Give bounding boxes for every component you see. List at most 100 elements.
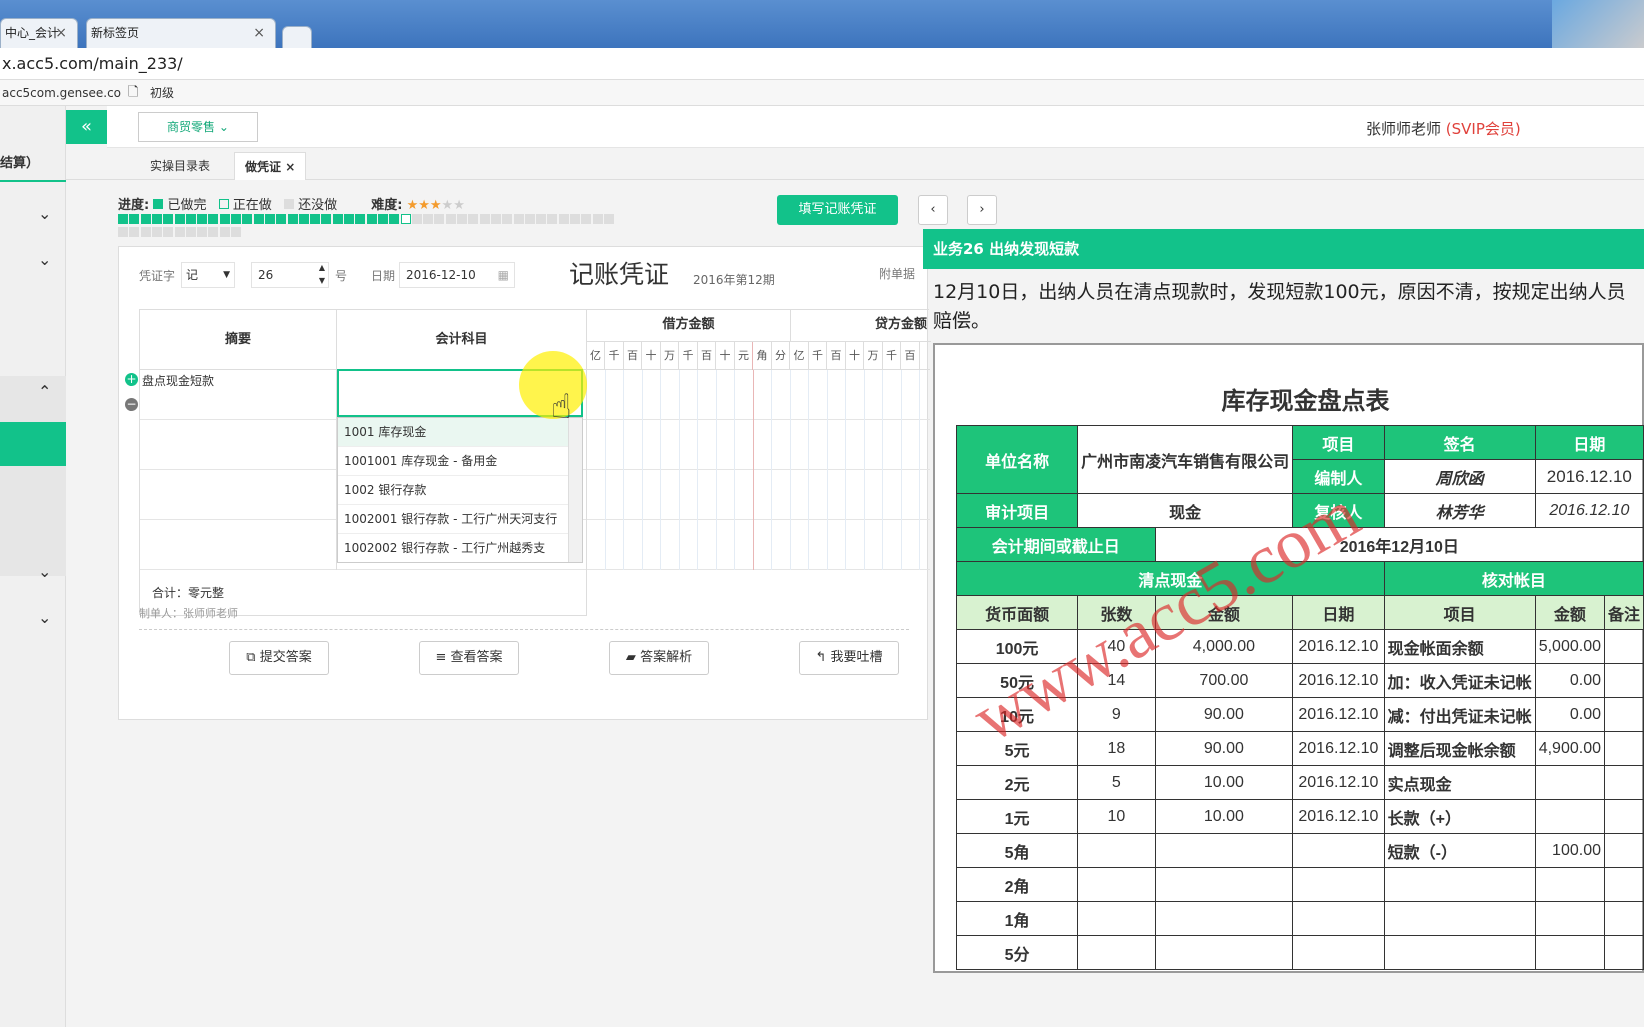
bookmark-item[interactable]: 初级 bbox=[150, 80, 174, 106]
amount-digit-cell[interactable] bbox=[661, 420, 680, 470]
progress-cell[interactable] bbox=[231, 214, 241, 224]
progress-cell[interactable] bbox=[490, 214, 501, 224]
progress-cell[interactable] bbox=[298, 214, 309, 224]
amount-digit-cell[interactable] bbox=[791, 470, 809, 520]
amount-digit-cell[interactable] bbox=[772, 520, 791, 570]
progress-cell[interactable] bbox=[185, 214, 196, 224]
amount-digit-cell[interactable] bbox=[865, 420, 883, 470]
amount-digit-cell[interactable] bbox=[754, 520, 772, 570]
amount-digit-cell[interactable] bbox=[587, 470, 606, 520]
industry-select[interactable]: 商贸零售 ⌄ bbox=[138, 112, 258, 142]
amount-digit-cell[interactable] bbox=[846, 470, 865, 520]
progress-cell[interactable] bbox=[174, 214, 185, 224]
remove-row-icon[interactable]: − bbox=[125, 398, 138, 411]
progress-cell[interactable] bbox=[129, 227, 140, 237]
progress-cell[interactable] bbox=[558, 214, 569, 224]
amount-digit-cell[interactable] bbox=[698, 470, 717, 520]
progress-cell[interactable] bbox=[140, 227, 151, 237]
amount-digit-cell[interactable] bbox=[624, 420, 643, 470]
progress-cell[interactable] bbox=[242, 214, 253, 224]
progress-cell[interactable] bbox=[366, 214, 377, 224]
amount-digit-cell[interactable] bbox=[643, 470, 661, 520]
voucher-type-select[interactable]: 记 ▼ bbox=[181, 262, 235, 288]
prev-button[interactable]: ‹ bbox=[918, 195, 948, 225]
amount-digit-cell[interactable] bbox=[661, 470, 680, 520]
sidebar-item-label[interactable]: 结算） bbox=[0, 152, 39, 171]
amount-digit-cell[interactable] bbox=[698, 370, 717, 420]
amount-digit-cell[interactable] bbox=[846, 520, 865, 570]
next-button[interactable]: › bbox=[967, 195, 997, 225]
browser-tab[interactable]: 中心_会计 × bbox=[0, 18, 78, 48]
progress-cell[interactable] bbox=[332, 214, 343, 224]
progress-cell[interactable] bbox=[389, 214, 400, 224]
progress-cell[interactable] bbox=[151, 227, 162, 237]
browser-tab[interactable]: 新标签页 × bbox=[86, 18, 276, 48]
progress-cell[interactable] bbox=[118, 227, 128, 237]
summary-cell[interactable] bbox=[140, 520, 337, 570]
amount-digit-cell[interactable] bbox=[846, 420, 865, 470]
progress-cell[interactable] bbox=[468, 214, 479, 224]
progress-cell[interactable] bbox=[208, 227, 219, 237]
new-tab-button[interactable] bbox=[282, 26, 312, 48]
amount-digit-cell[interactable] bbox=[828, 520, 846, 570]
progress-cell[interactable] bbox=[355, 214, 366, 224]
amount-digit-cell[interactable] bbox=[698, 420, 717, 470]
progress-cell[interactable] bbox=[197, 227, 208, 237]
user-info[interactable]: 张师师老师 (SVIP会员) bbox=[1366, 118, 1521, 139]
amount-digit-cell[interactable] bbox=[809, 470, 828, 520]
progress-cell[interactable] bbox=[140, 214, 151, 224]
progress-cell[interactable] bbox=[592, 214, 603, 224]
amount-digit-cell[interactable] bbox=[680, 470, 698, 520]
amount-digit-cell[interactable] bbox=[606, 370, 624, 420]
progress-cell[interactable] bbox=[377, 214, 388, 224]
amount-digit-cell[interactable] bbox=[680, 370, 698, 420]
progress-cell[interactable] bbox=[536, 214, 547, 224]
chevron-down-icon[interactable]: ⌄ bbox=[38, 250, 51, 269]
progress-cell[interactable] bbox=[129, 214, 140, 224]
fill-voucher-button[interactable]: 填写记账凭证 bbox=[777, 195, 898, 225]
amount-digit-cell[interactable] bbox=[791, 370, 809, 420]
amount-digit-cell[interactable] bbox=[791, 520, 809, 570]
progress-cell[interactable] bbox=[287, 214, 298, 224]
progress-cell[interactable] bbox=[434, 214, 445, 224]
progress-cell[interactable] bbox=[118, 214, 128, 224]
amount-digit-cell[interactable] bbox=[661, 520, 680, 570]
amount-digit-cell[interactable] bbox=[606, 520, 624, 570]
progress-cell[interactable] bbox=[603, 214, 614, 224]
close-icon[interactable]: × bbox=[253, 19, 265, 47]
amount-digit-cell[interactable] bbox=[735, 520, 754, 570]
amount-digit-cell[interactable] bbox=[828, 420, 846, 470]
amount-digit-cell[interactable] bbox=[587, 520, 606, 570]
address-bar[interactable]: x.acc5.com/main_233/ bbox=[0, 48, 1644, 80]
progress-cell[interactable] bbox=[411, 214, 422, 224]
amount-digit-cell[interactable] bbox=[865, 520, 883, 570]
amount-digit-cell[interactable] bbox=[587, 370, 606, 420]
amount-digit-cell[interactable] bbox=[661, 370, 680, 420]
summary-cell[interactable] bbox=[140, 470, 337, 520]
amount-digit-cell[interactable] bbox=[902, 470, 920, 520]
feedback-button[interactable]: ↰ 我要吐槽 bbox=[799, 641, 899, 675]
amount-digit-cell[interactable] bbox=[717, 420, 735, 470]
sidebar-item-active[interactable] bbox=[0, 422, 66, 466]
amount-digit-cell[interactable] bbox=[643, 370, 661, 420]
close-icon[interactable]: × bbox=[55, 19, 67, 47]
subject-option[interactable]: 1002001 银行存款 - 工行广州天河支行 bbox=[338, 505, 582, 534]
amount-digit-cell[interactable] bbox=[772, 370, 791, 420]
amount-digit-cell[interactable] bbox=[587, 420, 606, 470]
amount-digit-cell[interactable] bbox=[828, 470, 846, 520]
progress-cell[interactable] bbox=[502, 214, 513, 224]
progress-cell[interactable] bbox=[174, 227, 185, 237]
submit-answer-button[interactable]: ⧉ 提交答案 bbox=[229, 641, 329, 675]
progress-cell[interactable] bbox=[344, 214, 354, 224]
close-icon[interactable]: × bbox=[285, 160, 295, 174]
amount-digit-cell[interactable] bbox=[717, 520, 735, 570]
amount-digit-cell[interactable] bbox=[643, 420, 661, 470]
progress-cell[interactable] bbox=[163, 227, 174, 237]
amount-digit-cell[interactable] bbox=[624, 370, 643, 420]
amount-digit-cell[interactable] bbox=[902, 520, 920, 570]
amount-digit-cell[interactable] bbox=[754, 470, 772, 520]
progress-cell[interactable] bbox=[445, 214, 456, 224]
stepper-arrows-icon[interactable]: ▲ ▼ bbox=[319, 261, 325, 287]
amount-digit-cell[interactable] bbox=[772, 470, 791, 520]
amount-digit-cell[interactable] bbox=[735, 420, 754, 470]
